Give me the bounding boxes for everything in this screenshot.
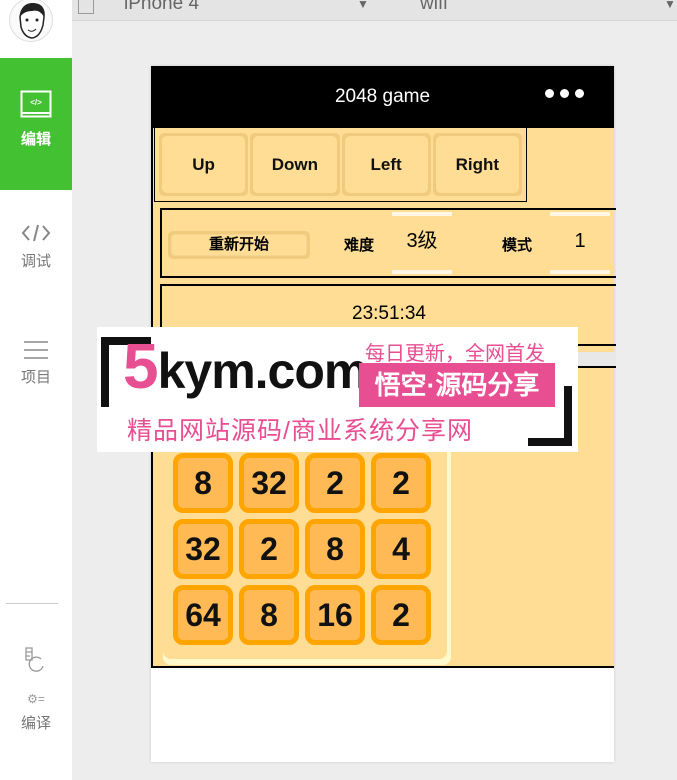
sidebar-item-label: 调试	[20, 253, 51, 270]
navigation-bar: 2048 game	[151, 66, 614, 128]
right-button[interactable]: Right	[432, 133, 522, 196]
difficulty-picker[interactable]: 3级	[392, 212, 452, 274]
sidebar-item-debug[interactable]: 调试	[0, 222, 72, 271]
sidebar-item-project[interactable]: 项目	[0, 340, 72, 387]
chevron-down-icon[interactable]: ▼	[664, 0, 676, 11]
watermark-subtitle: 精品网站源码/商业系统分享网	[127, 417, 473, 445]
code-brackets-icon	[21, 224, 51, 242]
code-editor-icon: </>	[20, 90, 52, 118]
sidebar-divider	[6, 603, 58, 604]
options-panel: 重新开始 难度 3级 模式 1	[160, 208, 616, 278]
device-icon	[78, 0, 94, 14]
down-button[interactable]: Down	[250, 133, 340, 196]
tile: 2	[371, 453, 431, 513]
watermark-tagline: 每日更新，全网首发	[365, 343, 545, 365]
tile: 32	[173, 519, 233, 579]
chevron-down-icon[interactable]: ▼	[357, 0, 369, 11]
sidebar-item-label: 编译	[20, 715, 51, 732]
restart-button[interactable]: 重新开始	[168, 231, 310, 259]
difficulty-label: 难度	[344, 237, 375, 254]
button-label: Right	[435, 136, 519, 193]
tile: 8	[239, 585, 299, 645]
simulator-toolbar: iPhone 4 ▼ wifi ▼	[72, 0, 677, 21]
button-label: Up	[162, 136, 246, 193]
sidebar: </> 编辑 调试 项目 ⚙= 编译	[0, 0, 72, 780]
watermark-logo: 5kym.com	[123, 330, 368, 402]
tile: 2	[239, 519, 299, 579]
network-select[interactable]: wifi	[420, 0, 447, 15]
mode-label: 模式	[502, 237, 533, 254]
compile-icon	[25, 647, 44, 672]
button-label: 重新开始	[171, 234, 307, 256]
sidebar-item-compile[interactable]: ⚙= 编译	[0, 646, 72, 733]
left-button[interactable]: Left	[341, 133, 431, 196]
watermark-badge: 悟空·源码分享	[359, 363, 555, 407]
sidebar-item-label: 编辑	[20, 131, 51, 148]
up-button[interactable]: Up	[159, 133, 249, 196]
watermark-banner: 5kym.com 每日更新，全网首发 悟空·源码分享 精品网站源码/商业系统分享…	[97, 327, 578, 452]
tile: 16	[305, 585, 365, 645]
compile-options-icon[interactable]: ⚙=	[0, 692, 72, 706]
tile: 8	[305, 519, 365, 579]
avatar[interactable]	[9, 0, 53, 42]
tile: 2	[305, 453, 365, 513]
svg-text:</>: </>	[30, 98, 42, 107]
button-label: Down	[253, 136, 337, 193]
sidebar-item-edit[interactable]: </> 编辑	[0, 58, 72, 190]
sidebar-item-label: 项目	[20, 369, 51, 386]
more-icon[interactable]	[545, 89, 584, 98]
tile: 2	[371, 585, 431, 645]
menu-lines-icon	[24, 341, 48, 359]
direction-controls: Up Down Left Right	[154, 128, 527, 202]
button-label: Left	[344, 136, 428, 193]
device-select[interactable]: iPhone 4	[124, 0, 199, 15]
tile: 4	[371, 519, 431, 579]
tile: 8	[173, 453, 233, 513]
mode-picker[interactable]: 1	[550, 212, 610, 274]
tile: 32	[239, 453, 299, 513]
tile: 64	[173, 585, 233, 645]
